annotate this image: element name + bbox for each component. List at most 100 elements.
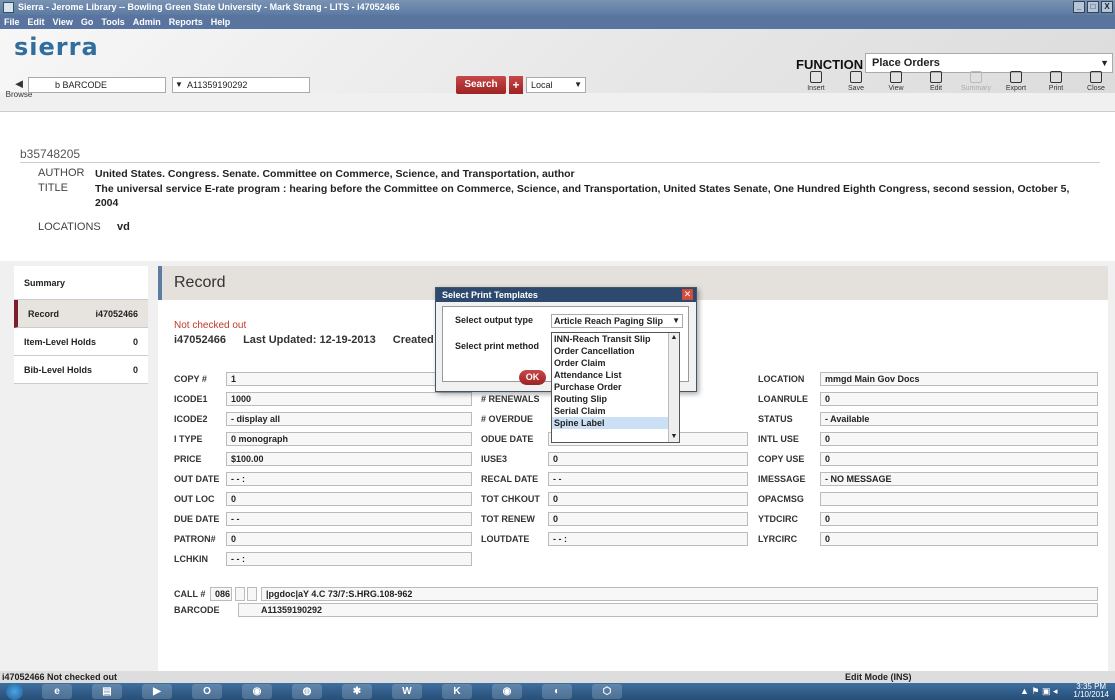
dropdown-option[interactable]: Order Claim [552, 357, 668, 369]
field-label: I TYPE [174, 434, 203, 444]
menu-reports[interactable]: Reports [169, 15, 203, 29]
field-value[interactable]: 0 [548, 452, 748, 466]
output-type-select[interactable]: Article Reach Paging Slip ▼ [551, 314, 683, 328]
window-title: Sierra - Jerome Library -- Bowling Green… [18, 2, 400, 12]
field-value[interactable]: 0 [226, 532, 472, 546]
nav-summary[interactable]: Summary [14, 266, 148, 300]
insert-button[interactable]: Insert [796, 69, 836, 92]
chrome-icon-2[interactable]: ◉ [492, 684, 522, 699]
title-value: The universal service E-rate program : h… [95, 183, 1070, 209]
field-label: COPY USE [758, 454, 805, 464]
ok-button[interactable]: OK [519, 370, 546, 385]
sierra-logo: sierra [14, 33, 99, 61]
menu-help[interactable]: Help [211, 15, 231, 29]
dropdown-scrollbar[interactable]: ▲ ▼ [668, 333, 679, 442]
media-icon[interactable]: ▶ [142, 684, 172, 699]
menu-admin[interactable]: Admin [133, 15, 161, 29]
dialog-close-button[interactable]: ✕ [682, 289, 693, 300]
app-icon [3, 2, 14, 13]
office-icon[interactable]: O [192, 684, 222, 699]
field-value[interactable]: 0 monograph [226, 432, 472, 446]
search-button[interactable]: Search [456, 76, 506, 94]
field-value[interactable]: mmgd Main Gov Docs [820, 372, 1098, 386]
menu-edit[interactable]: Edit [28, 15, 45, 29]
field-value[interactable] [820, 492, 1098, 506]
explorer-icon[interactable]: ▤ [92, 684, 122, 699]
barcode-value[interactable]: A11359190292 [238, 603, 1098, 617]
field-value[interactable]: - - : [548, 532, 748, 546]
app-icon-round[interactable]: ◐ [542, 684, 572, 699]
menu-tools[interactable]: Tools [101, 15, 124, 29]
save-button[interactable]: Save [836, 69, 876, 92]
nav-item-level-holds[interactable]: Item-Level Holds 0 [14, 328, 148, 356]
field-value[interactable]: 0 [548, 492, 748, 506]
created-label: Created [392, 334, 434, 346]
field-value[interactable]: 0 [820, 452, 1098, 466]
menu-view[interactable]: View [53, 15, 73, 29]
chrome-icon[interactable]: ◉ [242, 684, 272, 699]
nav-bib-level-holds[interactable]: Bib-Level Holds 0 [14, 356, 148, 384]
field-value[interactable]: - display all [226, 412, 472, 426]
field-value[interactable]: $100.00 [226, 452, 472, 466]
field-value[interactable]: 1000 [226, 392, 472, 406]
dropdown-option[interactable]: Purchase Order [552, 381, 668, 393]
insert-label: Insert [807, 85, 825, 92]
indicator-1[interactable] [235, 587, 245, 601]
output-type-value: Article Reach Paging Slip [554, 316, 664, 326]
menu-file[interactable]: File [4, 15, 20, 29]
minimize-button[interactable]: _ [1073, 1, 1085, 13]
field-value[interactable]: 0 [820, 512, 1098, 526]
dropdown-option[interactable]: Routing Slip [552, 393, 668, 405]
close-button[interactable]: Close [1076, 69, 1115, 92]
export-button[interactable]: Export [996, 69, 1036, 92]
system-tray-icons[interactable]: ▲ ⚑ ▣ ◂ [1020, 686, 1058, 697]
field-value[interactable]: - - : [226, 552, 472, 566]
nav-record[interactable]: Record i47052466 [14, 300, 148, 328]
field-value[interactable]: 0 [548, 512, 748, 526]
edit-button[interactable]: Edit [916, 69, 956, 92]
print-button[interactable]: Print [1036, 69, 1076, 92]
field-value[interactable]: 0 [820, 432, 1098, 446]
field-label: RECAL DATE [481, 474, 539, 484]
search-index-select[interactable]: b BARCODE [28, 77, 166, 93]
dropdown-option[interactable]: INN-Reach Transit Slip [552, 333, 668, 345]
field-value[interactable]: 0 [820, 532, 1098, 546]
close-window-button[interactable]: X [1101, 1, 1113, 13]
app-icon-k[interactable]: K [442, 684, 472, 699]
field-value[interactable]: - NO MESSAGE [820, 472, 1098, 486]
field-value[interactable]: - - [226, 512, 472, 526]
word-icon[interactable]: W [392, 684, 422, 699]
field-value[interactable]: 0 [820, 392, 1098, 406]
firefox-icon[interactable]: ◍ [292, 684, 322, 699]
indicator-2[interactable] [247, 587, 257, 601]
call-number-tag[interactable]: 086 [210, 587, 232, 601]
maximize-button[interactable]: □ [1087, 1, 1099, 13]
menu-go[interactable]: Go [81, 15, 94, 29]
field-value[interactable]: - - [548, 472, 748, 486]
summary-icon [970, 71, 982, 83]
search-input[interactable]: ▼ A11359190292 [172, 77, 310, 93]
dropdown-option[interactable]: Order Cancellation [552, 345, 668, 357]
app-icon-cube[interactable]: ⬡ [592, 684, 622, 699]
field-label: INTL USE [758, 434, 799, 444]
view-button[interactable]: View [876, 69, 916, 92]
field-value[interactable]: 0 [226, 492, 472, 506]
dropdown-option[interactable]: Serial Claim [552, 405, 668, 417]
print-label: Print [1048, 85, 1064, 92]
app-icon-red[interactable]: ✱ [342, 684, 372, 699]
field-value[interactable]: - - : [226, 472, 472, 486]
taskbar-clock[interactable]: 3:35 PM 1/10/2014 [1073, 683, 1109, 699]
field-label: IMESSAGE [758, 474, 806, 484]
ie-icon[interactable]: e [42, 684, 72, 699]
search-scope-select[interactable]: Local ▼ [526, 77, 586, 93]
dropdown-option[interactable]: Attendance List [552, 369, 668, 381]
scroll-down-icon[interactable]: ▼ [669, 432, 679, 442]
add-search-button[interactable]: + [509, 76, 523, 94]
scroll-up-icon[interactable]: ▲ [669, 333, 679, 343]
dropdown-option-highlighted[interactable]: Spine Label [552, 417, 668, 429]
close-icon [1090, 71, 1102, 83]
summary-button[interactable]: Summary [956, 69, 996, 92]
field-value[interactable]: - Available [820, 412, 1098, 426]
call-number-value[interactable]: |pgdoc|aY 4.C 73/7:S.HRG.108-962 [261, 587, 1098, 601]
start-button-icon[interactable] [6, 683, 23, 700]
